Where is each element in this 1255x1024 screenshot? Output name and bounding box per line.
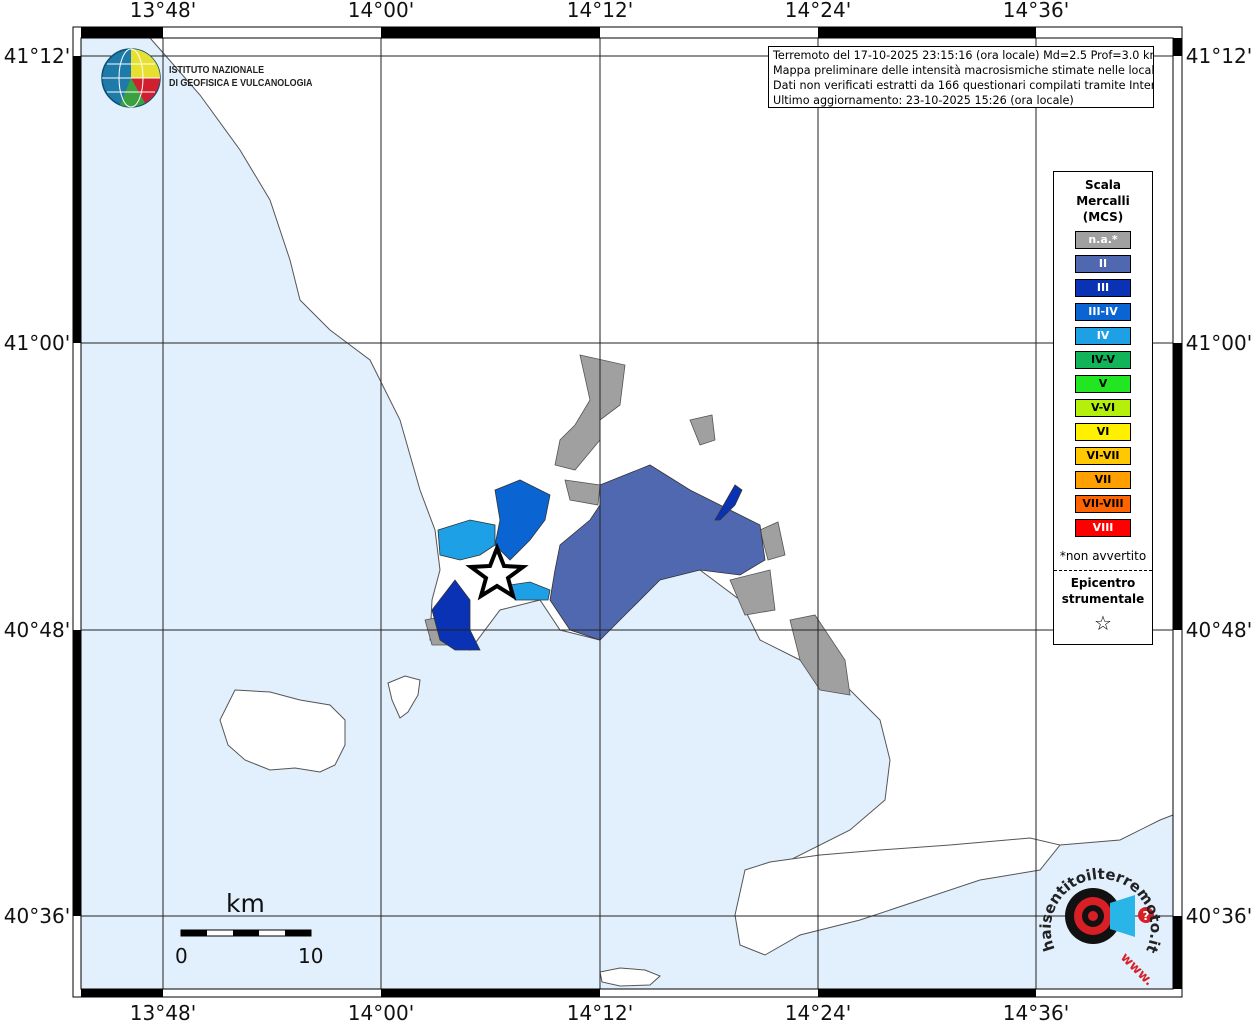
scale-max-label: 10 — [298, 944, 324, 968]
scale-bar — [180, 929, 312, 937]
legend-swatch: V-VI — [1075, 399, 1131, 417]
ingv-name-line2: DI GEOFISICA E VULCANOLOGIA — [169, 77, 313, 89]
legend-swatch: VI — [1075, 423, 1131, 441]
info-line1: Terremoto del 17-10-2025 23:15:16 (ora l… — [773, 49, 1154, 62]
legend-swatch: VI-VII — [1075, 447, 1131, 465]
legend-star-icon: ☆ — [1094, 611, 1112, 635]
legend-epicenter-label: Epicentro strumentale — [1054, 575, 1152, 607]
lon-tick-bottom-3: 14°24' — [785, 1001, 851, 1024]
scale-min-label: 0 — [175, 944, 188, 968]
lon-tick-top-4: 14°36' — [1003, 0, 1069, 22]
lat-tick-left-1: 41°00' — [4, 331, 70, 355]
info-line3: Dati non verificati estratti da 166 ques… — [773, 79, 1154, 92]
legend-separator — [1054, 570, 1152, 571]
legend-epicenter-line1: Epicentro — [1070, 576, 1136, 590]
ingv-name-line1: ISTITUTO NAZIONALE — [169, 64, 265, 76]
legend-swatch: III — [1075, 279, 1131, 297]
ingv-name: ISTITUTO NAZIONALE DI GEOFISICA E VULCAN… — [169, 64, 312, 90]
lon-tick-bottom-1: 14°00' — [348, 1001, 414, 1024]
legend-swatch: IV-V — [1075, 351, 1131, 369]
legend-swatch: III-IV — [1075, 303, 1131, 321]
info-line2: Mappa preliminare delle intensità macros… — [773, 64, 1154, 77]
legend-title-line2: Mercalli — [1076, 194, 1130, 208]
legend-note: *non avvertito — [1059, 549, 1147, 563]
legend-title-line1: Scala — [1084, 178, 1122, 192]
lat-tick-right-3: 40°36' — [1186, 904, 1252, 928]
event-info-box: Terremoto del 17-10-2025 23:15:16 (ora l… — [768, 46, 1154, 108]
legend-epicenter-line2: strumentale — [1061, 592, 1145, 606]
lat-tick-right-2: 40°48' — [1186, 618, 1252, 642]
lon-tick-top-3: 14°24' — [785, 0, 851, 22]
lon-tick-bottom-0: 13°48' — [130, 1001, 196, 1024]
lon-tick-top-1: 14°00' — [348, 0, 414, 22]
lon-tick-bottom-4: 14°36' — [1003, 1001, 1069, 1024]
intensity-legend: Scala Mercalli (MCS) n.a.* II III III-IV IV I… — [1053, 171, 1153, 645]
lat-tick-left-3: 40°36' — [4, 904, 70, 928]
lon-tick-bottom-2: 14°12' — [567, 1001, 633, 1024]
legend-swatch: VII-VIII — [1075, 495, 1131, 513]
legend-swatch: IV — [1075, 327, 1131, 345]
ingv-globe-logo — [101, 48, 161, 108]
lat-tick-left-0: 41°12' — [4, 44, 70, 68]
legend-title: Scala Mercalli (MCS) — [1054, 177, 1152, 225]
legend-swatch: VII — [1075, 471, 1131, 489]
lon-tick-top-0: 13°48' — [130, 0, 196, 22]
legend-swatch: VIII — [1075, 519, 1131, 537]
lat-tick-left-2: 40°48' — [4, 618, 70, 642]
legend-title-line3: (MCS) — [1082, 210, 1124, 224]
legend-swatch: n.a.* — [1075, 231, 1131, 249]
scale-unit: km — [226, 889, 265, 918]
info-line4: Ultimo aggiornamento: 23-10-2025 15:26 (… — [773, 94, 1074, 107]
legend-swatch: V — [1075, 375, 1131, 393]
lat-tick-right-0: 41°12' — [1186, 44, 1252, 68]
lon-tick-top-2: 14°12' — [567, 0, 633, 22]
lat-tick-right-1: 41°00' — [1186, 331, 1252, 355]
legend-swatch: II — [1075, 255, 1131, 273]
